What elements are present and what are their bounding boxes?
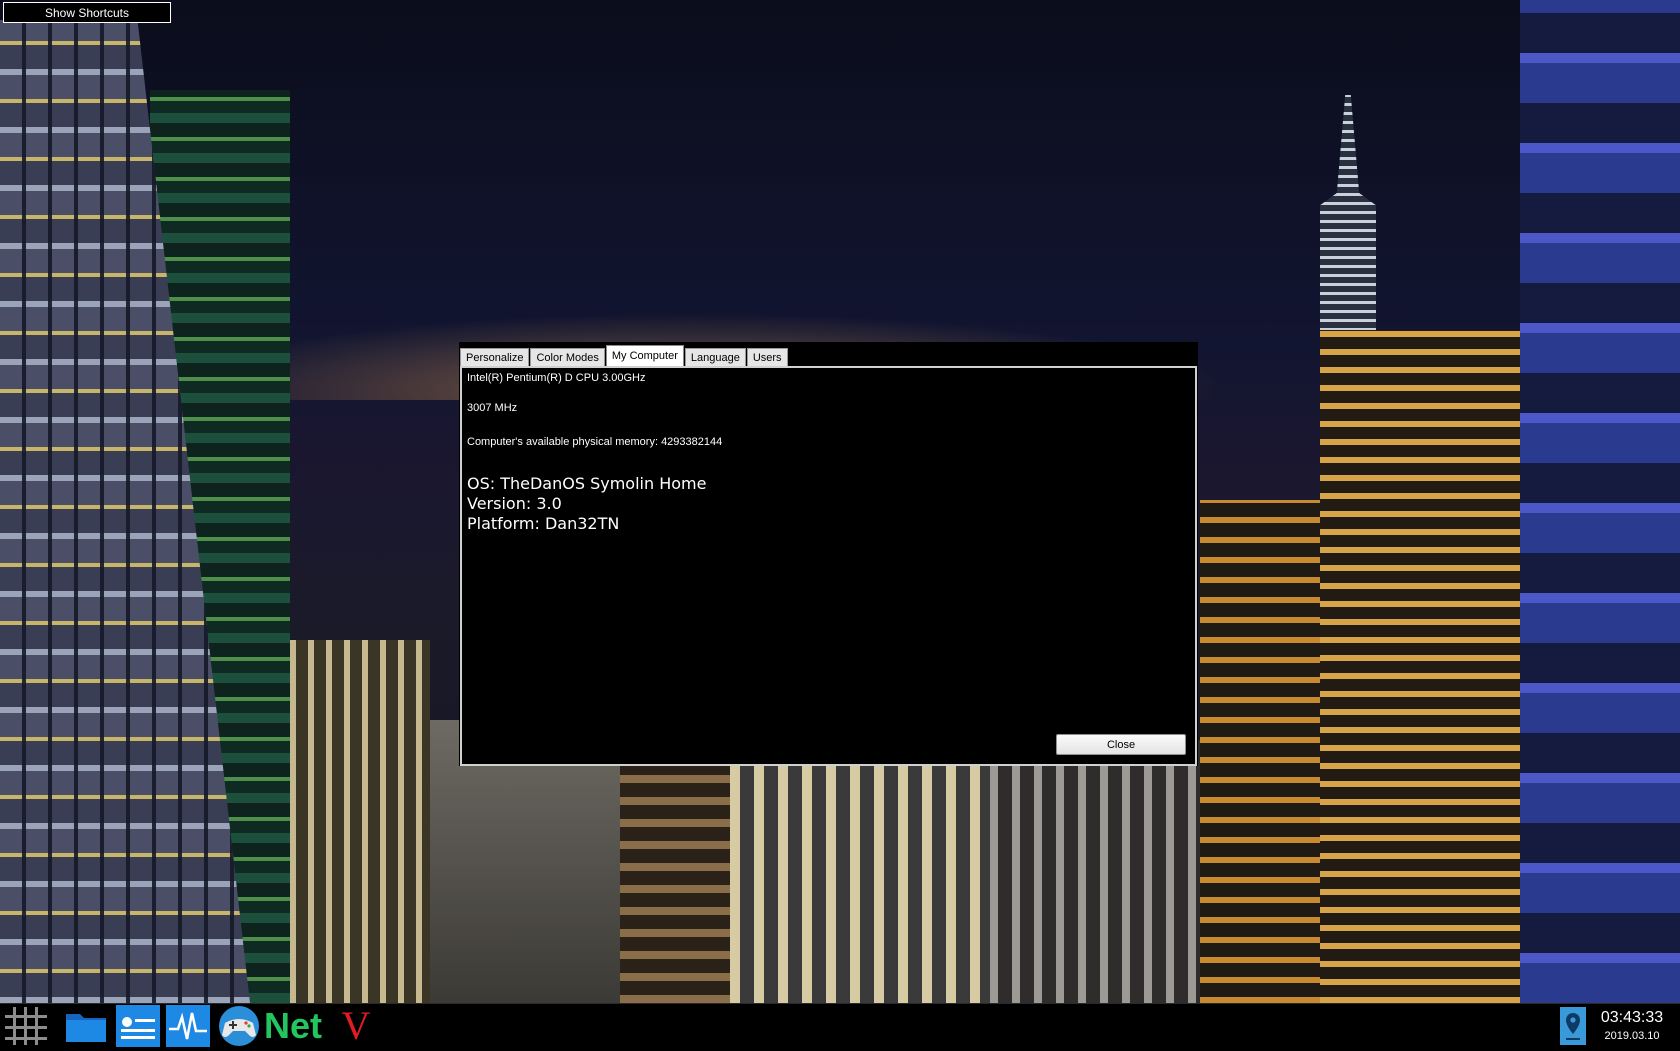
physical-memory: Computer's available physical memory: 42… [467, 436, 723, 448]
folder-icon[interactable] [62, 1005, 110, 1047]
cpu-speed: 3007 MHz [467, 402, 518, 414]
settings-tabs: Personalize Color Modes My Computer Lang… [460, 344, 789, 366]
tab-my-computer[interactable]: My Computer [605, 345, 684, 366]
tab-users[interactable]: Users [746, 348, 788, 366]
v-label: V [341, 1003, 371, 1048]
settings-window: Personalize Color Modes My Computer Lang… [459, 342, 1198, 766]
tab-color-modes[interactable]: Color Modes [530, 348, 605, 366]
wallpaper-building [990, 740, 1220, 1003]
settings-panel-icon[interactable] [115, 1005, 161, 1047]
tab-language[interactable]: Language [684, 348, 746, 366]
os-name: OS: TheDanOS Symolin Home [467, 474, 707, 493]
wallpaper-building [290, 640, 430, 1003]
net-label: Net [264, 1005, 323, 1046]
wallpaper-right-tower [1520, 0, 1680, 1003]
wallpaper-spire-tower [1320, 95, 1376, 340]
cpu-name: Intel(R) Pentium(R) D CPU 3.00GHz [467, 372, 646, 384]
os-platform: Platform: Dan32TN [467, 514, 620, 533]
clock-time: 03:43:33 [1600, 1009, 1664, 1026]
wallpaper-building [730, 760, 990, 1003]
clock-date: 2019.03.10 [1604, 1030, 1660, 1042]
apps-grid-icon[interactable] [2, 1005, 50, 1047]
v-icon[interactable]: V [336, 1005, 376, 1047]
close-button[interactable]: Close [1056, 734, 1186, 755]
location-pin-icon[interactable] [1560, 1005, 1586, 1047]
show-shortcuts-button[interactable]: Show Shortcuts [3, 2, 171, 23]
gamepad-icon[interactable] [216, 1005, 262, 1047]
my-computer-panel: Intel(R) Pentium(R) D CPU 3.00GHz 3007 M… [460, 366, 1197, 766]
wallpaper-building [620, 760, 730, 1003]
wallpaper-building [1200, 500, 1320, 1003]
taskbar-clock[interactable]: 03:43:33 2019.03.10 [1587, 1008, 1677, 1044]
activity-monitor-icon[interactable] [165, 1005, 211, 1047]
wallpaper-building [1320, 330, 1520, 1003]
net-icon[interactable]: Net [264, 1005, 323, 1047]
os-version: Version: 3.0 [467, 494, 562, 513]
tab-personalize[interactable]: Personalize [460, 348, 530, 366]
